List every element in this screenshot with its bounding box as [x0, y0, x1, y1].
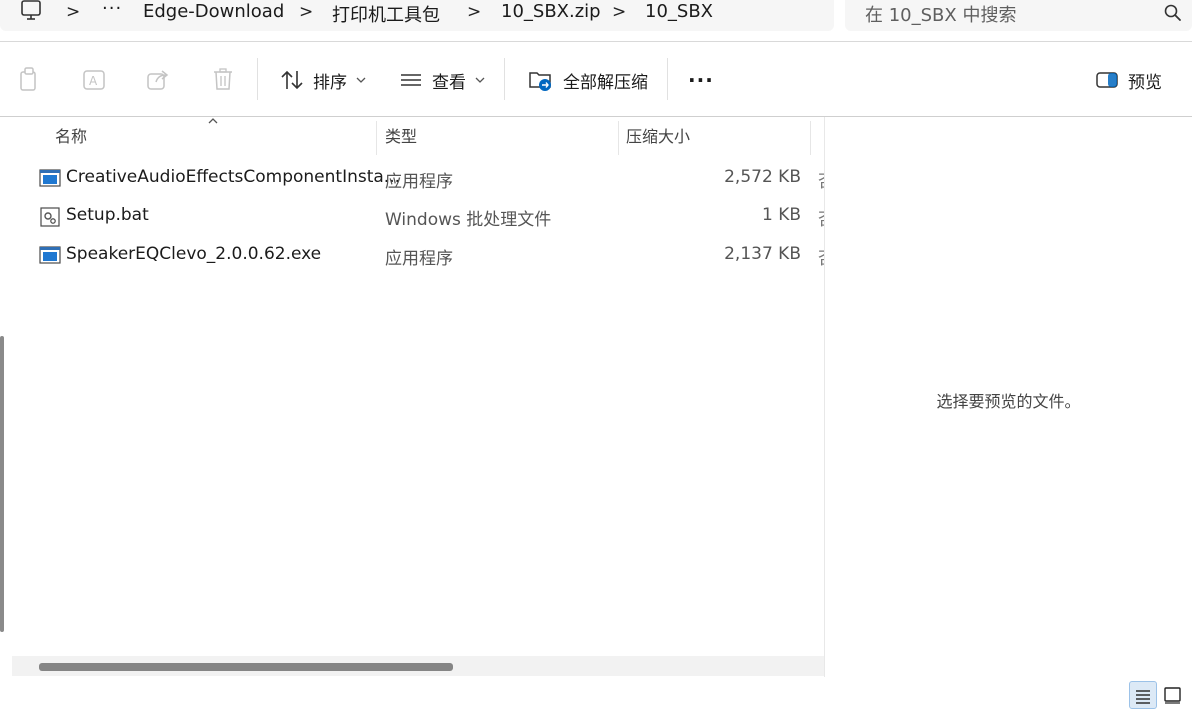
preview-pane-button[interactable]: 预览 — [1095, 62, 1162, 98]
more-options-button[interactable]: ··· — [688, 62, 714, 98]
column-header-type[interactable]: 类型 — [385, 123, 417, 147]
delete-button[interactable] — [211, 62, 235, 98]
application-icon — [39, 246, 61, 264]
column-separator[interactable] — [810, 121, 811, 155]
breadcrumb-zip[interactable]: 10_SBX.zip — [501, 1, 601, 22]
chevron-right-icon[interactable]: > — [612, 2, 626, 22]
search-input[interactable]: 在 10_SBX 中搜索 — [865, 1, 1016, 27]
details-view-button[interactable] — [1129, 681, 1157, 709]
view-button[interactable]: 查看 — [399, 62, 485, 98]
view-label: 查看 — [432, 72, 466, 93]
copy-icon — [18, 67, 42, 93]
breadcrumb-printer-toolkit[interactable]: 打印机工具包 — [332, 1, 440, 27]
extract-folder-icon — [528, 68, 554, 92]
column-header-compressed-size[interactable]: 压缩大小 — [626, 123, 690, 147]
sort-ascending-icon — [207, 117, 219, 125]
preview-pane-icon — [1095, 70, 1119, 90]
address-bar[interactable]: > ··· Edge-Download > 打印机工具包 > 10_SBX.zi… — [0, 0, 834, 31]
breadcrumb-current-folder[interactable]: 10_SBX — [645, 1, 713, 22]
batch-file-icon — [39, 207, 61, 227]
horizontal-scrollbar[interactable] — [12, 656, 824, 676]
this-pc-icon[interactable] — [20, 0, 42, 24]
rename-icon: A — [82, 67, 108, 93]
file-size: 1 KB — [761, 205, 801, 225]
file-row[interactable]: SpeakerEQClevo_2.0.0.62.exe 应用程序 2,137 K… — [12, 237, 824, 273]
sort-label: 排序 — [313, 72, 347, 93]
column-separator[interactable] — [376, 121, 377, 155]
search-icon[interactable] — [1163, 3, 1183, 23]
more-icon: ··· — [688, 68, 714, 92]
toolbar-separator — [504, 58, 505, 100]
tiles-view-icon — [1160, 681, 1188, 707]
search-box[interactable]: 在 10_SBX 中搜索 — [845, 0, 1192, 31]
chevron-right-icon[interactable]: > — [299, 2, 313, 22]
chevron-right-icon[interactable]: > — [66, 2, 80, 22]
chevron-down-icon — [475, 76, 485, 84]
preview-empty-message: 选择要预览的文件。 — [936, 392, 1081, 411]
copy-button[interactable] — [18, 62, 42, 98]
large-icons-view-button[interactable] — [1160, 681, 1188, 709]
file-size: 2,572 KB — [724, 167, 801, 187]
breadcrumb-edge-download[interactable]: Edge-Download — [143, 1, 284, 22]
file-row[interactable]: CreativeAudioEffectsComponentInsta... 应用… — [12, 160, 824, 196]
chevron-down-icon — [356, 76, 366, 84]
chevron-right-icon[interactable]: > — [467, 2, 481, 22]
file-type: 应用程序 — [385, 249, 453, 269]
scrollbar-thumb[interactable] — [39, 663, 453, 671]
file-name: CreativeAudioEffectsComponentInsta... — [66, 167, 401, 187]
rename-button[interactable]: A — [82, 62, 108, 98]
file-list[interactable]: 名称 类型 压缩大小 CreativeAudioEffectsComponent… — [12, 117, 824, 677]
column-header-name[interactable]: 名称 — [55, 123, 87, 147]
column-separator[interactable] — [618, 121, 619, 155]
list-view-icon — [399, 70, 423, 90]
file-name: SpeakerEQClevo_2.0.0.62.exe — [66, 244, 322, 264]
file-name: Setup.bat — [66, 205, 149, 225]
share-icon — [146, 67, 172, 93]
file-size: 2,137 KB — [724, 244, 801, 264]
divider — [0, 41, 1192, 42]
svg-text:A: A — [89, 74, 98, 88]
file-type: 应用程序 — [385, 172, 453, 192]
preview-label: 预览 — [1128, 72, 1162, 93]
trash-icon — [211, 67, 235, 93]
extract-all-label: 全部解压缩 — [563, 72, 648, 93]
file-row[interactable]: Setup.bat Windows 批处理文件 1 KB 否 — [12, 198, 824, 234]
vertical-scrollbar[interactable] — [0, 336, 4, 632]
extract-all-button[interactable]: 全部解压缩 — [528, 62, 648, 98]
file-type: Windows 批处理文件 — [385, 210, 552, 230]
share-button[interactable] — [146, 62, 172, 98]
more-locations-button[interactable]: ··· — [102, 0, 122, 19]
application-icon — [39, 169, 61, 187]
details-view-icon — [1130, 682, 1156, 708]
sort-button[interactable]: 排序 — [280, 62, 366, 98]
toolbar-separator — [257, 58, 258, 100]
sort-icon — [280, 69, 304, 91]
toolbar-separator — [667, 58, 668, 100]
